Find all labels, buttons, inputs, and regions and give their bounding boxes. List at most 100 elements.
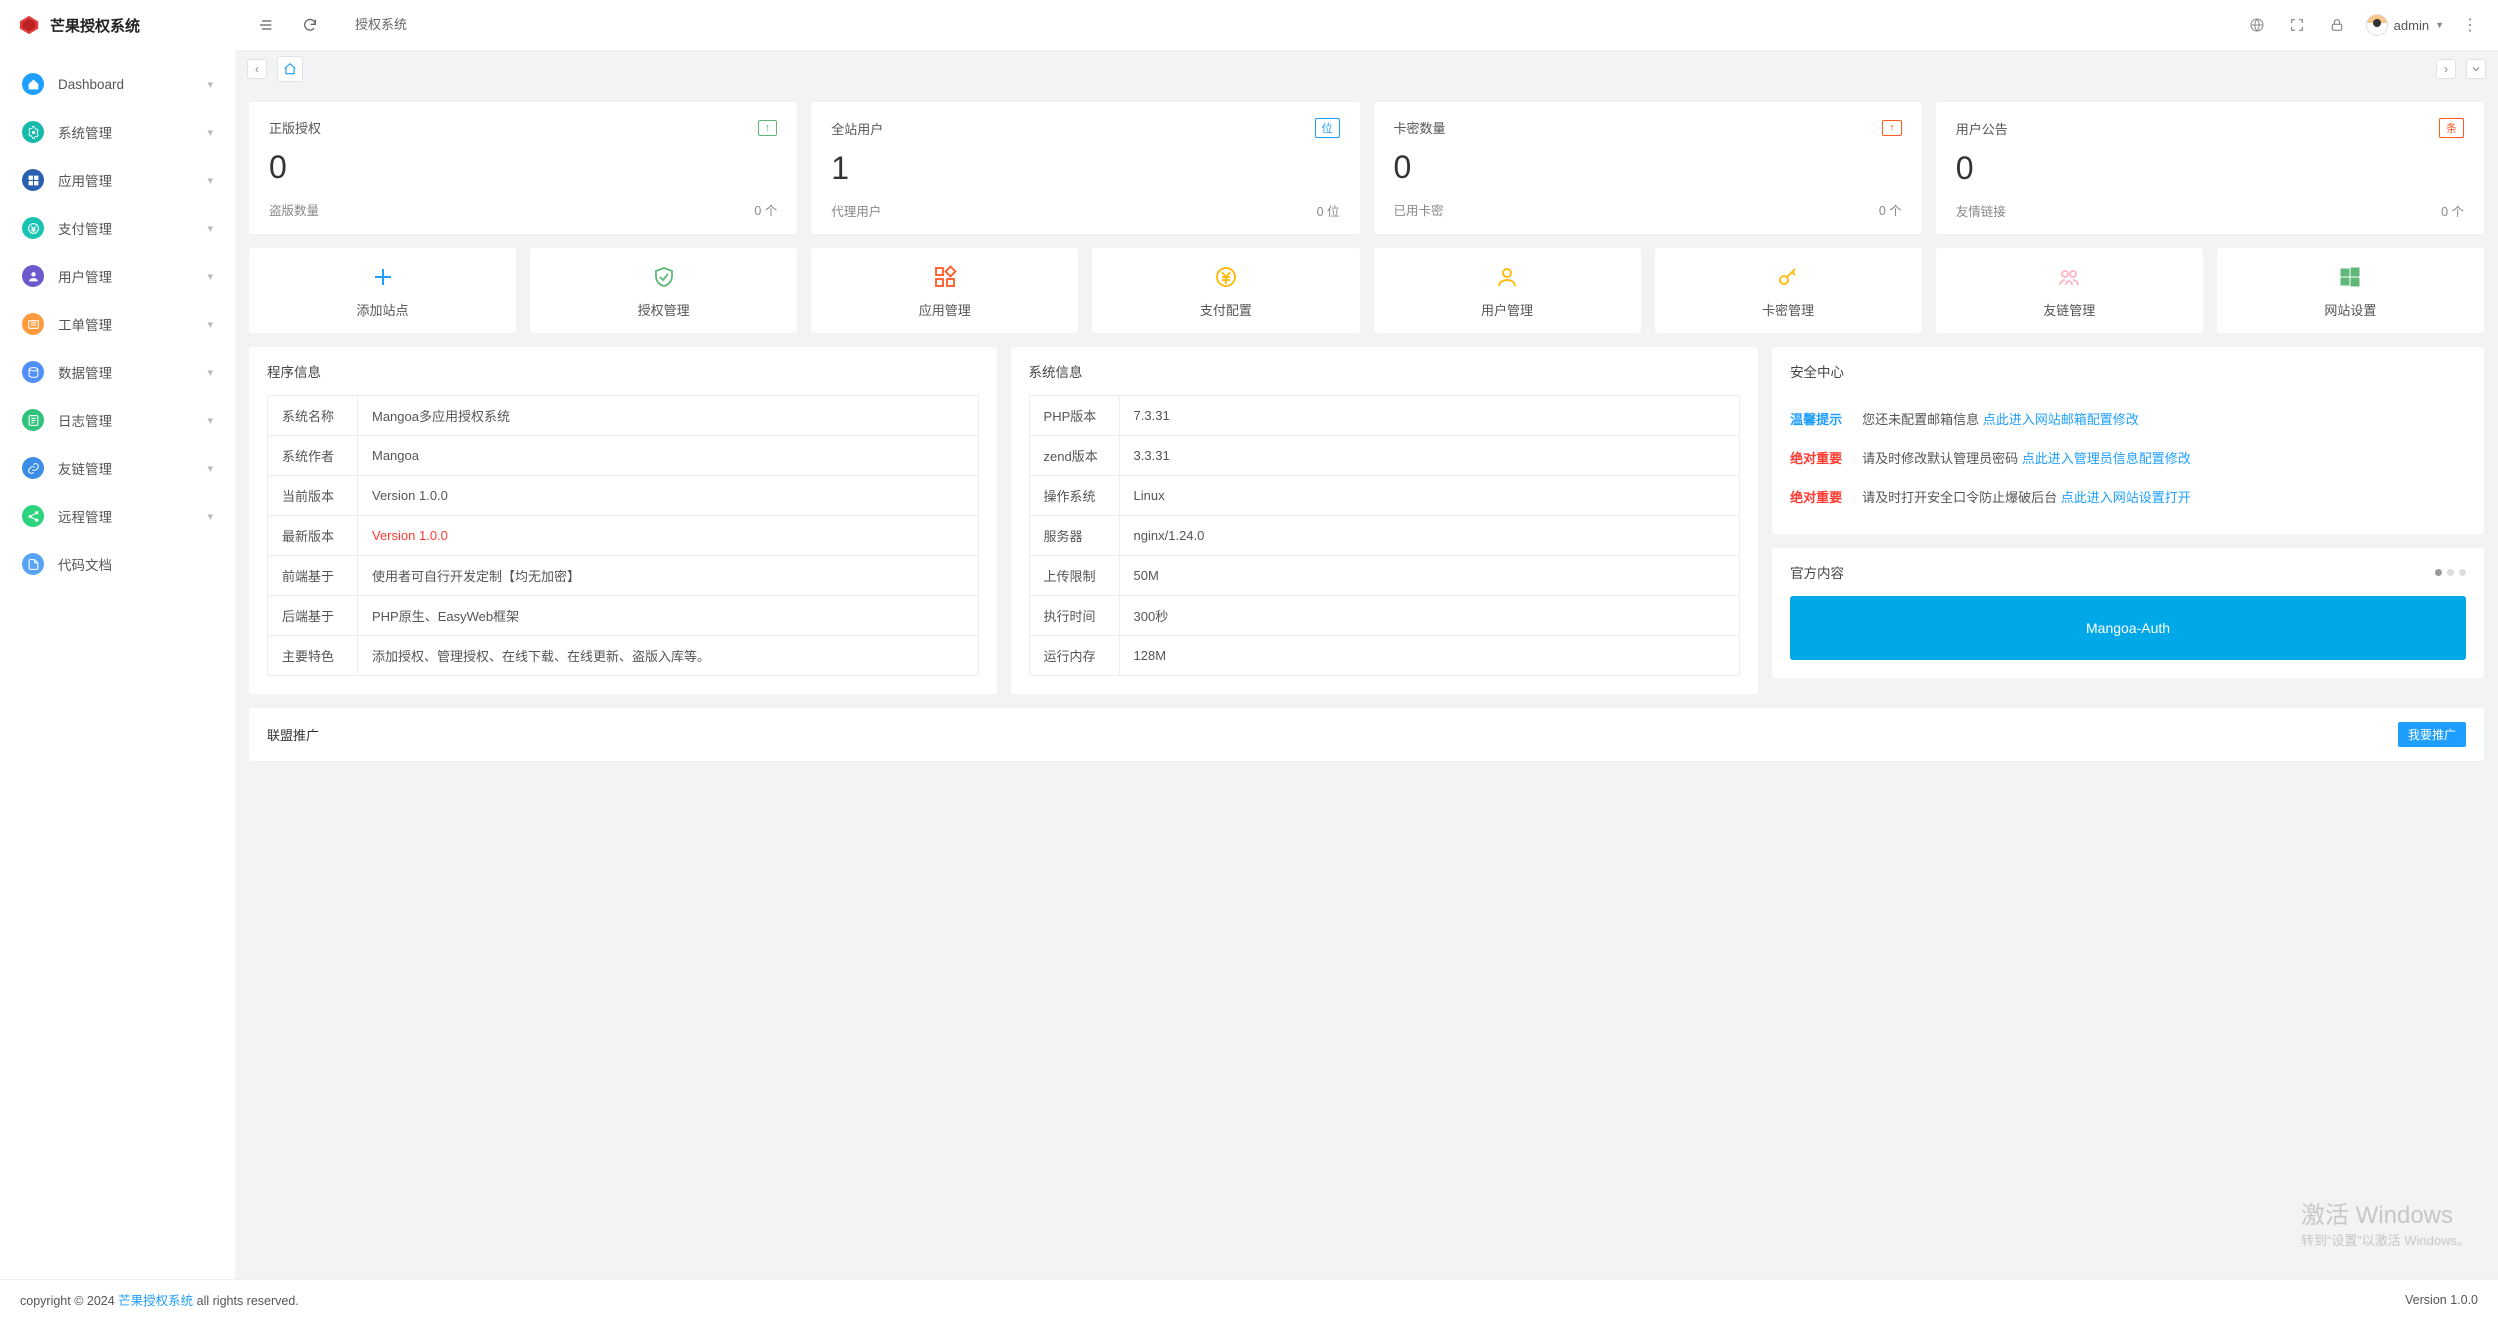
- lock-button[interactable]: [2326, 14, 2348, 36]
- quick-link-2[interactable]: 应用管理: [811, 248, 1078, 333]
- quick-link-0[interactable]: 添加站点: [249, 248, 516, 333]
- quick-link-label: 用户管理: [1481, 300, 1533, 319]
- quick-link-5[interactable]: 卡密管理: [1655, 248, 1922, 333]
- table-row: 上传限制50M: [1029, 556, 1740, 596]
- security-link[interactable]: 点此进入网站设置打开: [2061, 490, 2191, 505]
- link-icon: [22, 457, 44, 479]
- sidebar-item-7[interactable]: 日志管理 ▾: [0, 396, 235, 444]
- program-info-panel: 程序信息 系统名称Mangoa多应用授权系统系统作者Mangoa当前版本Vers…: [249, 347, 997, 694]
- user-name: admin: [2394, 18, 2429, 33]
- security-tag: 绝对重要: [1790, 487, 1842, 506]
- promo-button[interactable]: 我要推广: [2398, 722, 2466, 747]
- sidebar-item-9[interactable]: 远程管理 ▾: [0, 492, 235, 540]
- security-row-1: 绝对重要 请及时修改默认管理员密码 点此进入管理员信息配置修改: [1790, 438, 2466, 477]
- tab-home-button[interactable]: [277, 56, 303, 82]
- panel-title: 程序信息: [267, 361, 321, 381]
- main: 授权系统 admin ▼ ⋮: [235, 0, 2498, 1279]
- panel-title: 系统信息: [1029, 361, 1083, 381]
- security-row-2: 绝对重要 请及时打开安全口令防止爆破后台 点此进入网站设置打开: [1790, 477, 2466, 516]
- stat-title: 用户公告: [1956, 119, 2008, 138]
- official-banner[interactable]: Mangoa-Auth: [1790, 596, 2466, 660]
- panel-title: 官方内容: [1790, 562, 1844, 582]
- stat-title: 正版授权: [269, 118, 321, 137]
- ticket-icon: [22, 313, 44, 335]
- sidebar-item-label: 系统管理: [58, 122, 207, 142]
- chevron-down-icon: ▾: [207, 366, 213, 379]
- quick-link-6[interactable]: 友链管理: [1936, 248, 2203, 333]
- topbar: 授权系统 admin ▼ ⋮: [235, 0, 2498, 50]
- user-menu[interactable]: admin ▼: [2366, 14, 2444, 36]
- stat-sub-label: 盗版数量: [269, 200, 319, 219]
- table-row: PHP版本7.3.31: [1029, 396, 1740, 436]
- gear-icon: [22, 121, 44, 143]
- stat-value: 0: [269, 149, 777, 186]
- sidebar-item-label: 数据管理: [58, 362, 207, 382]
- tab-next-button[interactable]: ›: [2436, 59, 2456, 79]
- sidebar-item-label: 用户管理: [58, 266, 207, 286]
- tab-expand-button[interactable]: [2466, 59, 2486, 79]
- stat-card-0: 正版授权 ↑ 0 盗版数量0 个: [249, 102, 797, 234]
- stat-sub-label: 友情链接: [1956, 201, 2006, 220]
- toggle-sidebar-button[interactable]: [255, 14, 277, 36]
- quick-link-3[interactable]: 支付配置: [1092, 248, 1359, 333]
- sidebar-item-6[interactable]: 数据管理 ▾: [0, 348, 235, 396]
- chevron-down-icon: ▾: [207, 222, 213, 235]
- key-icon: [1775, 264, 1801, 290]
- quick-link-label: 友链管理: [2043, 300, 2095, 319]
- stat-badge: ↑: [758, 120, 778, 136]
- person-icon: [1494, 264, 1520, 290]
- theme-button[interactable]: [2246, 14, 2268, 36]
- table-row: zend版本3.3.31: [1029, 436, 1740, 476]
- quick-link-1[interactable]: 授权管理: [530, 248, 797, 333]
- carousel-dots[interactable]: [2435, 569, 2466, 576]
- more-button[interactable]: ⋮: [2462, 15, 2478, 35]
- sidebar-item-label: 代码文档: [58, 554, 213, 574]
- security-panel: 安全中心 温馨提示 您还未配置邮箱信息 点此进入网站邮箱配置修改绝对重要 请及时…: [1772, 347, 2484, 534]
- sidebar-item-label: 应用管理: [58, 170, 207, 190]
- sidebar-item-8[interactable]: 友链管理 ▾: [0, 444, 235, 492]
- quick-link-7[interactable]: 网站设置: [2217, 248, 2484, 333]
- stat-card-3: 用户公告 条 0 友情链接0 个: [1936, 102, 2484, 234]
- security-tag: 温馨提示: [1790, 409, 1842, 428]
- footer-link[interactable]: 芒果授权系统: [118, 1294, 193, 1308]
- sidebar-item-1[interactable]: 系统管理 ▾: [0, 108, 235, 156]
- sidebar-item-2[interactable]: 应用管理 ▾: [0, 156, 235, 204]
- tab-prev-button[interactable]: ‹: [247, 59, 267, 79]
- sidebar-item-10[interactable]: 代码文档: [0, 540, 235, 588]
- security-link[interactable]: 点此进入管理员信息配置修改: [2022, 451, 2191, 466]
- breadcrumb: 授权系统: [343, 0, 419, 50]
- home-icon: [22, 73, 44, 95]
- quick-link-label: 授权管理: [638, 300, 690, 319]
- panel-title: 安全中心: [1790, 361, 1844, 381]
- stat-badge: ↑: [1882, 120, 1902, 136]
- sidebar-item-0[interactable]: Dashboard ▾: [0, 60, 235, 108]
- yen-icon: [1213, 264, 1239, 290]
- quick-link-4[interactable]: 用户管理: [1374, 248, 1641, 333]
- quick-link-label: 卡密管理: [1762, 300, 1814, 319]
- table-row: 系统名称Mangoa多应用授权系统: [268, 396, 979, 436]
- logo-icon: [18, 14, 40, 36]
- stat-title: 全站用户: [831, 119, 883, 138]
- table-row: 最新版本Version 1.0.0: [268, 516, 979, 556]
- table-row: 运行内存128M: [1029, 636, 1740, 676]
- pay-icon: [22, 217, 44, 239]
- stat-value: 1: [831, 150, 1339, 187]
- stat-title: 卡密数量: [1394, 118, 1446, 137]
- footer: copyright © 2024 芒果授权系统 all rights reser…: [0, 1279, 2498, 1319]
- system-info-table: PHP版本7.3.31zend版本3.3.31操作系统Linux服务器nginx…: [1029, 395, 1741, 676]
- sidebar-item-5[interactable]: 工单管理 ▾: [0, 300, 235, 348]
- sidebar-item-label: 友链管理: [58, 458, 207, 478]
- table-row: 执行时间300秒: [1029, 596, 1740, 636]
- shield-icon: [651, 264, 677, 290]
- sidebar-item-3[interactable]: 支付管理 ▾: [0, 204, 235, 252]
- fullscreen-button[interactable]: [2286, 14, 2308, 36]
- chevron-down-icon: ▾: [207, 414, 213, 427]
- share-icon: [22, 505, 44, 527]
- sidebar-item-label: 远程管理: [58, 506, 207, 526]
- table-row: 当前版本Version 1.0.0: [268, 476, 979, 516]
- sidebar-item-4[interactable]: 用户管理 ▾: [0, 252, 235, 300]
- tab-strip: ‹ ›: [235, 50, 2498, 88]
- refresh-button[interactable]: [299, 14, 321, 36]
- quick-link-label: 添加站点: [357, 300, 409, 319]
- security-link[interactable]: 点此进入网站邮箱配置修改: [1983, 412, 2139, 427]
